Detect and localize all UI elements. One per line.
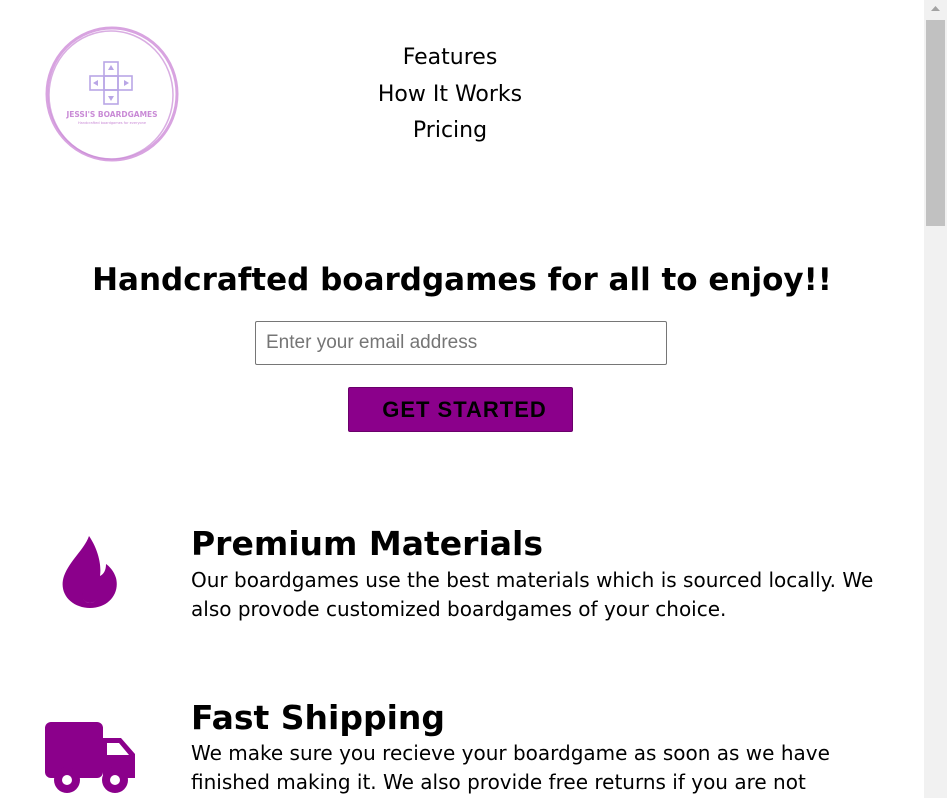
feature-title: Premium Materials <box>191 524 543 563</box>
feature-title: Fast Shipping <box>191 698 446 737</box>
hero-title: Handcrafted boardgames for all to enjoy!… <box>92 262 832 298</box>
scroll-up-arrow-icon[interactable] <box>924 0 947 17</box>
nav-link-pricing[interactable]: Pricing <box>300 113 600 150</box>
brand-logo[interactable]: JESSI'S BOARDGAMES Handcrafted boardgame… <box>44 24 180 164</box>
main-nav: Features How It Works Pricing <box>300 40 600 150</box>
vertical-scrollbar[interactable] <box>924 0 947 798</box>
logo-mark-icon <box>45 26 179 162</box>
logo-tagline: Handcrafted boardgames for everyone <box>77 121 147 125</box>
fire-icon <box>62 536 118 615</box>
truck-icon <box>45 722 137 798</box>
get-started-button[interactable]: GET STARTED <box>348 387 573 432</box>
feature-text: Our boardgames use the best materials wh… <box>191 568 874 621</box>
feature-text: We make sure you recieve your boardgame … <box>191 741 830 794</box>
email-input[interactable] <box>255 321 667 365</box>
nav-link-features[interactable]: Features <box>300 40 600 77</box>
page: JESSI'S BOARDGAMES Handcrafted boardgame… <box>0 0 924 798</box>
scrollbar-thumb[interactable] <box>926 20 945 226</box>
nav-link-how-it-works[interactable]: How It Works <box>300 77 600 114</box>
logo-text: JESSI'S BOARDGAMES <box>66 110 158 119</box>
